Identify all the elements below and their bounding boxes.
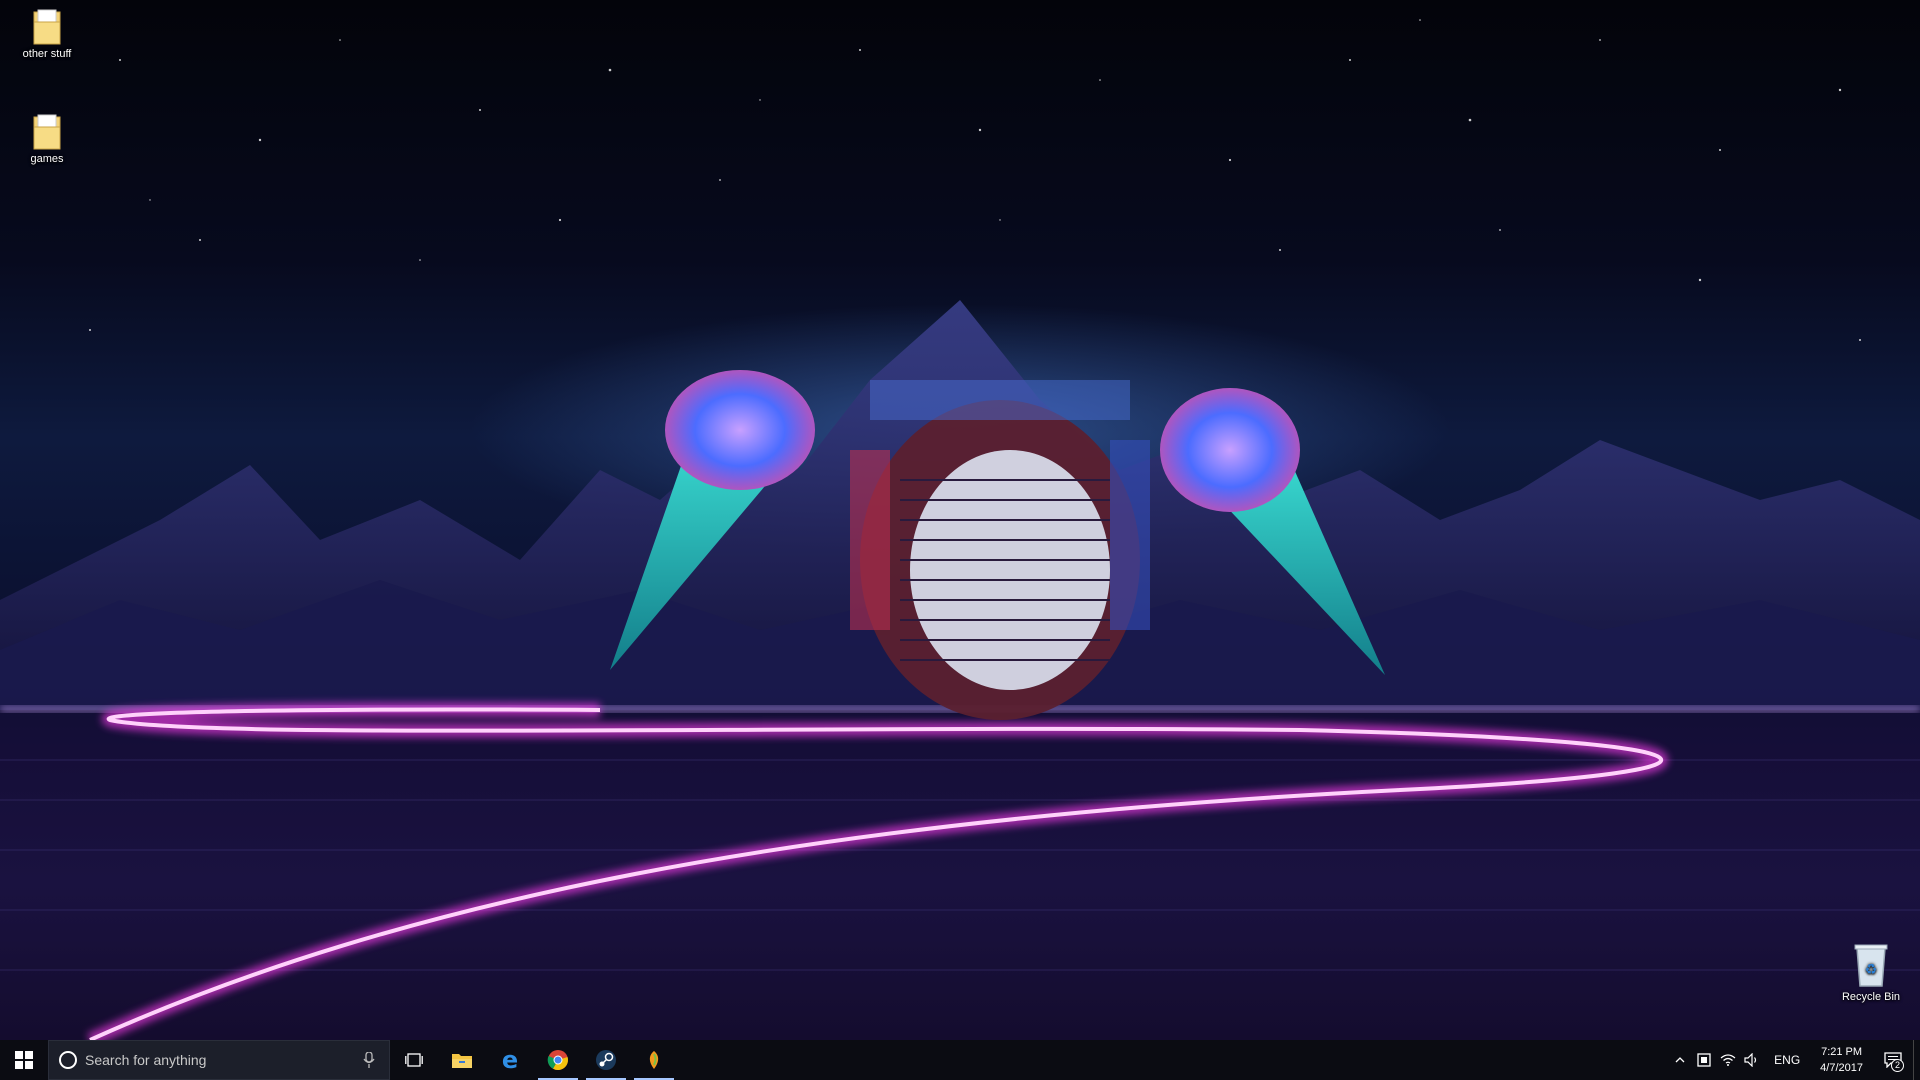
folder-icon [32, 8, 62, 46]
chrome-icon [547, 1050, 568, 1071]
system-tray: ENG 7:21 PM 4/7/2017 2 [1668, 1040, 1920, 1080]
wallpaper-art [0, 19, 1920, 1040]
desktop-wallpaper [0, 0, 1920, 1040]
microphone-icon[interactable] [357, 1048, 381, 1072]
desktop-icon-label: Recycle Bin [1841, 991, 1901, 1003]
volume-icon[interactable] [1740, 1040, 1764, 1080]
cortana-icon [59, 1051, 77, 1069]
steam-button[interactable] [582, 1040, 630, 1080]
desktop-icon-label: games [30, 153, 64, 165]
desktop-icon-recycle-bin[interactable]: ♻ Recycle Bin [1831, 942, 1911, 1003]
start-button[interactable] [0, 1040, 48, 1080]
show-hidden-icons-chevron-icon[interactable] [1668, 1040, 1692, 1080]
search-box[interactable]: Search for anything [48, 1040, 390, 1080]
folder-icon [452, 1054, 472, 1068]
windows-logo-icon [15, 1051, 33, 1069]
chrome-button[interactable] [534, 1040, 582, 1080]
clock-date: 4/7/2017 [1820, 1062, 1863, 1074]
file-explorer-button[interactable] [438, 1040, 486, 1080]
show-desktop-button[interactable] [1913, 1040, 1920, 1080]
desktop-icon-label: other stuff [22, 48, 72, 60]
app-tray-icon[interactable] [1692, 1040, 1716, 1080]
task-view-button[interactable] [390, 1040, 438, 1080]
search-placeholder: Search for anything [85, 1052, 207, 1068]
fl-studio-icon [649, 1051, 659, 1069]
desktop-icon-other-stuff[interactable]: other stuff [7, 8, 87, 60]
edge-icon: e [502, 1049, 518, 1071]
fl-studio-button[interactable] [630, 1040, 678, 1080]
steam-icon [596, 1050, 616, 1070]
wifi-icon[interactable] [1716, 1040, 1740, 1080]
folder-icon [32, 113, 62, 151]
action-center-button[interactable]: 2 [1873, 1040, 1913, 1080]
task-view-icon [405, 1053, 423, 1067]
input-language[interactable]: ENG [1764, 1053, 1810, 1067]
clock[interactable]: 7:21 PM 4/7/2017 [1810, 1044, 1873, 1076]
recycle-bin-icon: ♻ [1851, 942, 1891, 988]
taskbar: Search for anything e ENG 7:21 PM 4/7/20… [0, 1040, 1920, 1080]
svg-text:e: e [502, 1049, 518, 1071]
svg-text:♻: ♻ [1865, 962, 1878, 978]
edge-button[interactable]: e [486, 1040, 534, 1080]
notification-badge: 2 [1891, 1059, 1904, 1072]
desktop-icon-games[interactable]: games [7, 113, 87, 165]
clock-time: 7:21 PM [1821, 1046, 1863, 1058]
